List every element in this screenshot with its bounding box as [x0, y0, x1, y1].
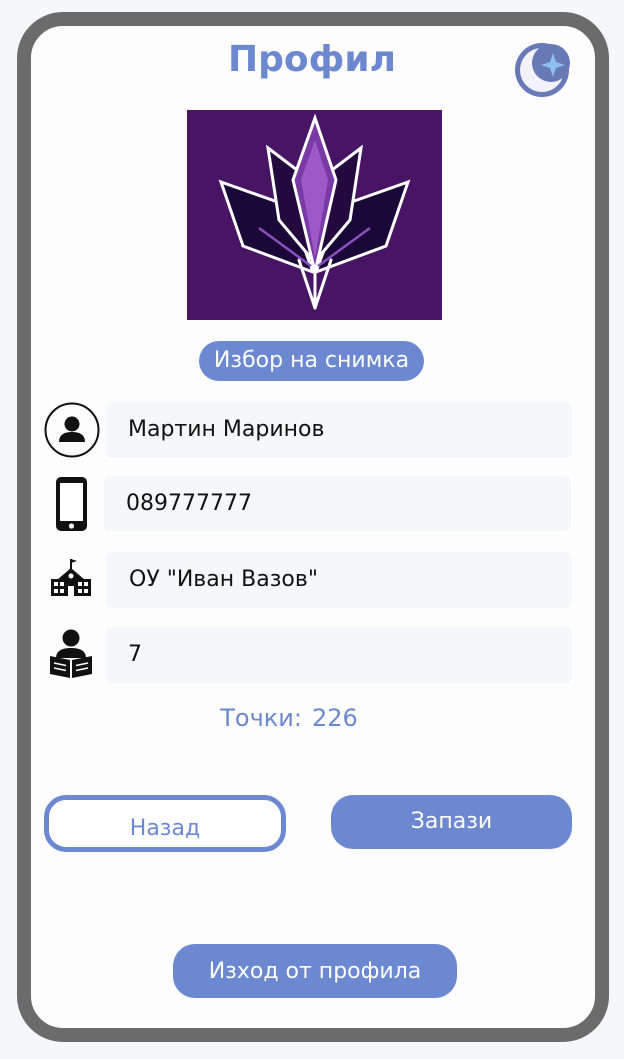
points-label: Точки:	[220, 704, 302, 732]
logout-button[interactable]: Изход от профила	[173, 944, 457, 998]
user-circle-icon	[44, 402, 100, 458]
back-button[interactable]: Назад	[44, 795, 286, 852]
name-field[interactable]: Мартин Маринов	[106, 402, 572, 458]
moon-sparkle-icon[interactable]	[513, 41, 571, 99]
lotus-logo-icon	[218, 113, 411, 310]
school-field[interactable]: ОУ "Иван Вазов"	[107, 552, 572, 608]
smartphone-icon	[44, 476, 100, 532]
phone-field[interactable]: 089777777	[104, 476, 571, 531]
reader-icon	[44, 626, 100, 682]
pick-photo-button[interactable]: Избор на снимка	[199, 341, 424, 381]
points-summary: Точки: 226	[0, 704, 578, 732]
school-building-icon	[44, 552, 100, 608]
grade-field[interactable]: 7	[106, 627, 572, 683]
save-button[interactable]: Запази	[331, 795, 572, 849]
profile-image	[187, 110, 442, 320]
points-value: 226	[311, 704, 358, 732]
